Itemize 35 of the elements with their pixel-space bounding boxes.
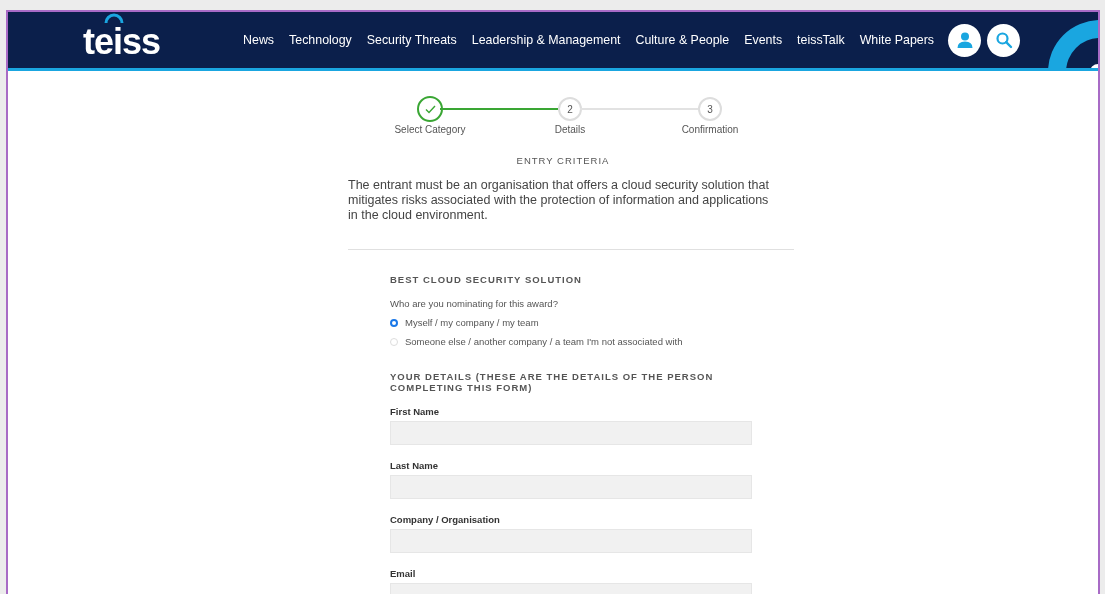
site-logo[interactable]: teiss [83, 24, 161, 60]
field-label: First Name [390, 406, 441, 417]
criteria-text: The entrant must be an organisation that offers a cloud security solution that mitigates risks associated with the protection of information and applications in the cloud environment. [348, 178, 770, 223]
section-heading: ENTRY CRITERIA [515, 155, 611, 166]
search-icon [994, 31, 1013, 49]
nav-link[interactable]: News [243, 33, 275, 47]
nav-link[interactable]: teissTalk [797, 33, 845, 47]
field-label: Company / Organisation [390, 514, 501, 525]
input-field[interactable] [390, 421, 752, 445]
radio-option[interactable]: Myself / my company / my team [390, 317, 752, 328]
nav-link[interactable]: White Papers [859, 33, 934, 47]
check-icon [424, 104, 436, 114]
nav-link[interactable]: Security Threats [366, 33, 457, 47]
account-button[interactable] [948, 23, 981, 57]
form-title: BEST CLOUD SECURITY SOLUTION [390, 274, 583, 285]
step-circle: 2 [558, 97, 582, 121]
step-label: Confirmation [681, 124, 739, 135]
field-label: Email [390, 568, 417, 579]
user-icon [955, 31, 974, 49]
nav-link[interactable]: Technology [289, 33, 352, 47]
signal-arc-icon [104, 12, 124, 24]
radio-button[interactable] [390, 318, 398, 327]
nav-link[interactable]: Culture & People [635, 33, 730, 47]
nav-link[interactable]: Events [744, 33, 783, 47]
step-label: Select Category [394, 124, 466, 135]
field-label: Last Name [390, 460, 440, 471]
input-field[interactable] [390, 475, 752, 499]
question-text: Who are you nominating for this award? [390, 298, 559, 309]
search-button[interactable] [987, 23, 1020, 57]
radio-option[interactable]: Someone else / another company / a team I'm not associated with [390, 336, 752, 347]
input-field[interactable] [390, 529, 752, 553]
step-label: Details [554, 124, 586, 135]
step-circle: 3 [698, 97, 722, 121]
nav-link[interactable]: Leadership & Management [471, 33, 621, 47]
section-heading: YOUR DETAILS (THESE ARE THE DETAILS OF THE PERSON COMPLETING THIS FORM) [390, 371, 715, 393]
